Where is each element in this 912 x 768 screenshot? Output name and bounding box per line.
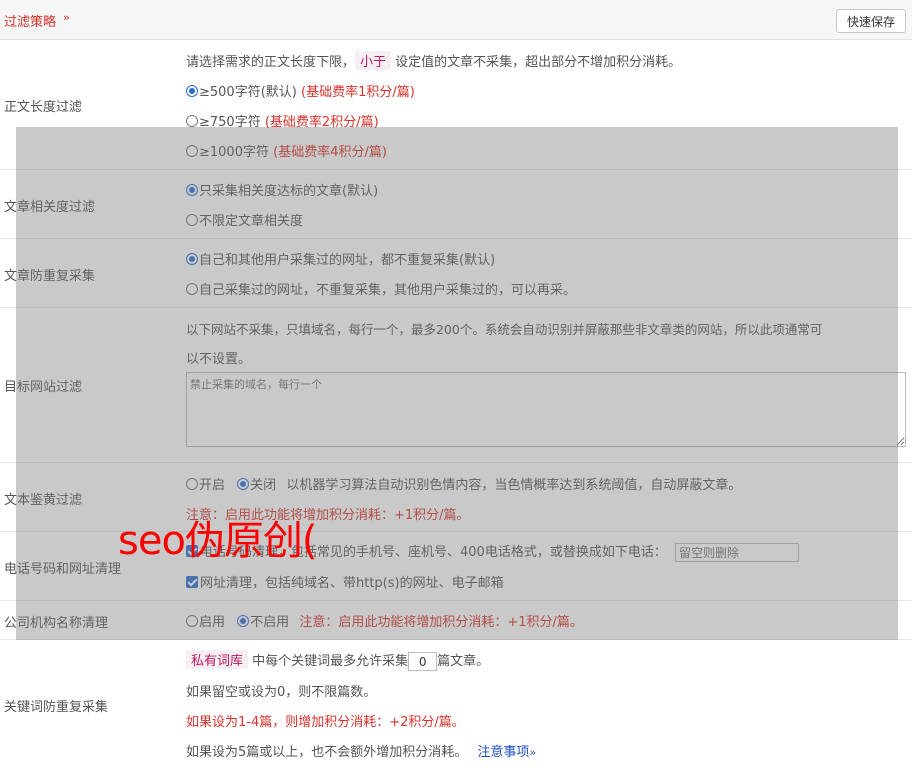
org-option-off[interactable]: 不启用 — [237, 615, 289, 630]
porn-option-on[interactable]: 开启 — [186, 478, 225, 493]
keyword-dedup-line1: 私有词库 中每个关键词最多允许采集篇文章。 — [186, 650, 489, 671]
radio-selected[interactable] — [186, 184, 198, 196]
dedup-option-self-only[interactable]: 自己采集过的网址，不重复采集，其他用户采集过的，可以再采。 — [186, 279, 576, 298]
less-than-tag: 小于 — [355, 51, 392, 70]
private-lexicon-tag[interactable]: 私有词库 — [186, 650, 249, 669]
chevron-down-icon[interactable]: » — [63, 11, 70, 24]
radio-selected[interactable] — [186, 85, 198, 97]
length-option-500[interactable]: ≥500字符(默认) (基础费率1积分/篇) — [186, 81, 415, 100]
notes-link[interactable]: 注意事项 — [477, 745, 529, 760]
radio-selected[interactable] — [186, 253, 198, 265]
length-option-1000[interactable]: ≥1000字符 (基础费率4积分/篇) — [186, 141, 387, 160]
watermark-text: seo伪原创( — [118, 518, 318, 564]
keyword-dedup-row: 关键词防重复采集 私有词库 中每个关键词最多允许采集篇文章。 如果留空或设为0，… — [0, 640, 912, 768]
section-title[interactable]: 过滤策略 — [4, 11, 56, 30]
keyword-dedup-line2: 如果留空或设为0，则不限篇数。 — [186, 685, 377, 700]
radio-selected[interactable] — [237, 615, 250, 627]
length-filter-row: 正文长度过滤 请选择需求的正文长度下限， 小于 设定值的文章不采集，超出部分不增加… — [0, 40, 912, 170]
length-filter-desc: 请选择需求的正文长度下限， 小于 设定值的文章不采集，超出部分不增加积分消耗。 — [186, 51, 681, 70]
filter-strategy-header: 过滤策略 » 快速保存 — [0, 0, 912, 40]
site-filter-desc-line2: 以不设置。 — [186, 352, 252, 367]
checkbox-checked[interactable] — [186, 576, 198, 588]
length-filter-label: 正文长度过滤 — [4, 100, 83, 115]
blocked-domains-textarea[interactable] — [186, 372, 906, 447]
porn-option-off[interactable]: 关闭 — [237, 478, 276, 493]
org-filter-note: 注意：启用此功能将增加积分消耗：+1积分/篇。 — [299, 615, 583, 630]
relevance-option-unlimited[interactable]: 不限定文章相关度 — [186, 210, 303, 229]
porn-filter-desc: 以机器学习算法自动识别色情内容，当色情概率达到系统阈值，自动屏蔽文章。 — [286, 478, 742, 493]
radio-unselected[interactable] — [186, 115, 198, 127]
relevance-filter-label: 文章相关度过滤 — [4, 200, 96, 215]
dedup-filter-label: 文章防重复采集 — [4, 269, 96, 284]
site-filter-desc-line1: 以下网站不采集，只填域名，每行一个，最多200个。系统会自动识别并屏蔽那些非文章… — [186, 322, 823, 337]
radio-selected[interactable] — [237, 478, 250, 490]
radio-unselected[interactable] — [186, 478, 198, 490]
radio-unselected[interactable] — [186, 145, 198, 157]
quick-save-button[interactable]: 快速保存 — [836, 9, 906, 33]
radio-unselected[interactable] — [186, 214, 198, 226]
org-filter-row: 公司机构名称清理 启用 不启用 注意：启用此功能将增加积分消耗：+1积分/篇。 — [0, 601, 912, 640]
keyword-dedup-line3: 如果设为1-4篇，则增加积分消耗：+2积分/篇。 — [186, 715, 465, 730]
relevance-option-qualified[interactable]: 只采集相关度达标的文章(默认) — [186, 180, 378, 199]
radio-unselected[interactable] — [186, 615, 198, 627]
max-articles-input[interactable] — [408, 652, 438, 671]
radio-unselected[interactable] — [186, 283, 198, 295]
org-filter-label: 公司机构名称清理 — [4, 616, 109, 631]
dedup-option-all-users[interactable]: 自己和其他用户采集过的网址，都不重复采集(默认) — [186, 249, 495, 268]
replacement-phone-input[interactable] — [674, 543, 799, 562]
chevron-down-icon[interactable]: » — [529, 746, 536, 759]
porn-filter-options: 开启 关闭 以机器学习算法自动识别色情内容，当色情概率达到系统阈值，自动屏蔽文章… — [186, 474, 741, 493]
phone-url-filter-label: 电话号码和网址清理 — [4, 562, 122, 577]
keyword-dedup-line4: 如果设为5篇或以上，也不会额外增加积分消耗。 注意事项» — [186, 745, 537, 760]
keyword-dedup-label: 关键词防重复采集 — [4, 700, 109, 715]
porn-filter-label: 文本鉴黄过滤 — [4, 493, 83, 508]
url-clean-option[interactable]: 网址清理，包括纯域名、带http(s)的网址、电子邮箱 — [186, 572, 504, 591]
org-filter-options: 启用 不启用 注意：启用此功能将增加积分消耗：+1积分/篇。 — [186, 611, 583, 630]
site-filter-label: 目标网站过滤 — [4, 380, 83, 395]
org-option-on[interactable]: 启用 — [186, 615, 225, 630]
relevance-filter-row: 文章相关度过滤 只采集相关度达标的文章(默认) 不限定文章相关度 — [0, 170, 912, 239]
dedup-filter-row: 文章防重复采集 自己和其他用户采集过的网址，都不重复采集(默认) 自己采集过的网… — [0, 239, 912, 308]
length-option-750[interactable]: ≥750字符 (基础费率2积分/篇) — [186, 111, 379, 130]
